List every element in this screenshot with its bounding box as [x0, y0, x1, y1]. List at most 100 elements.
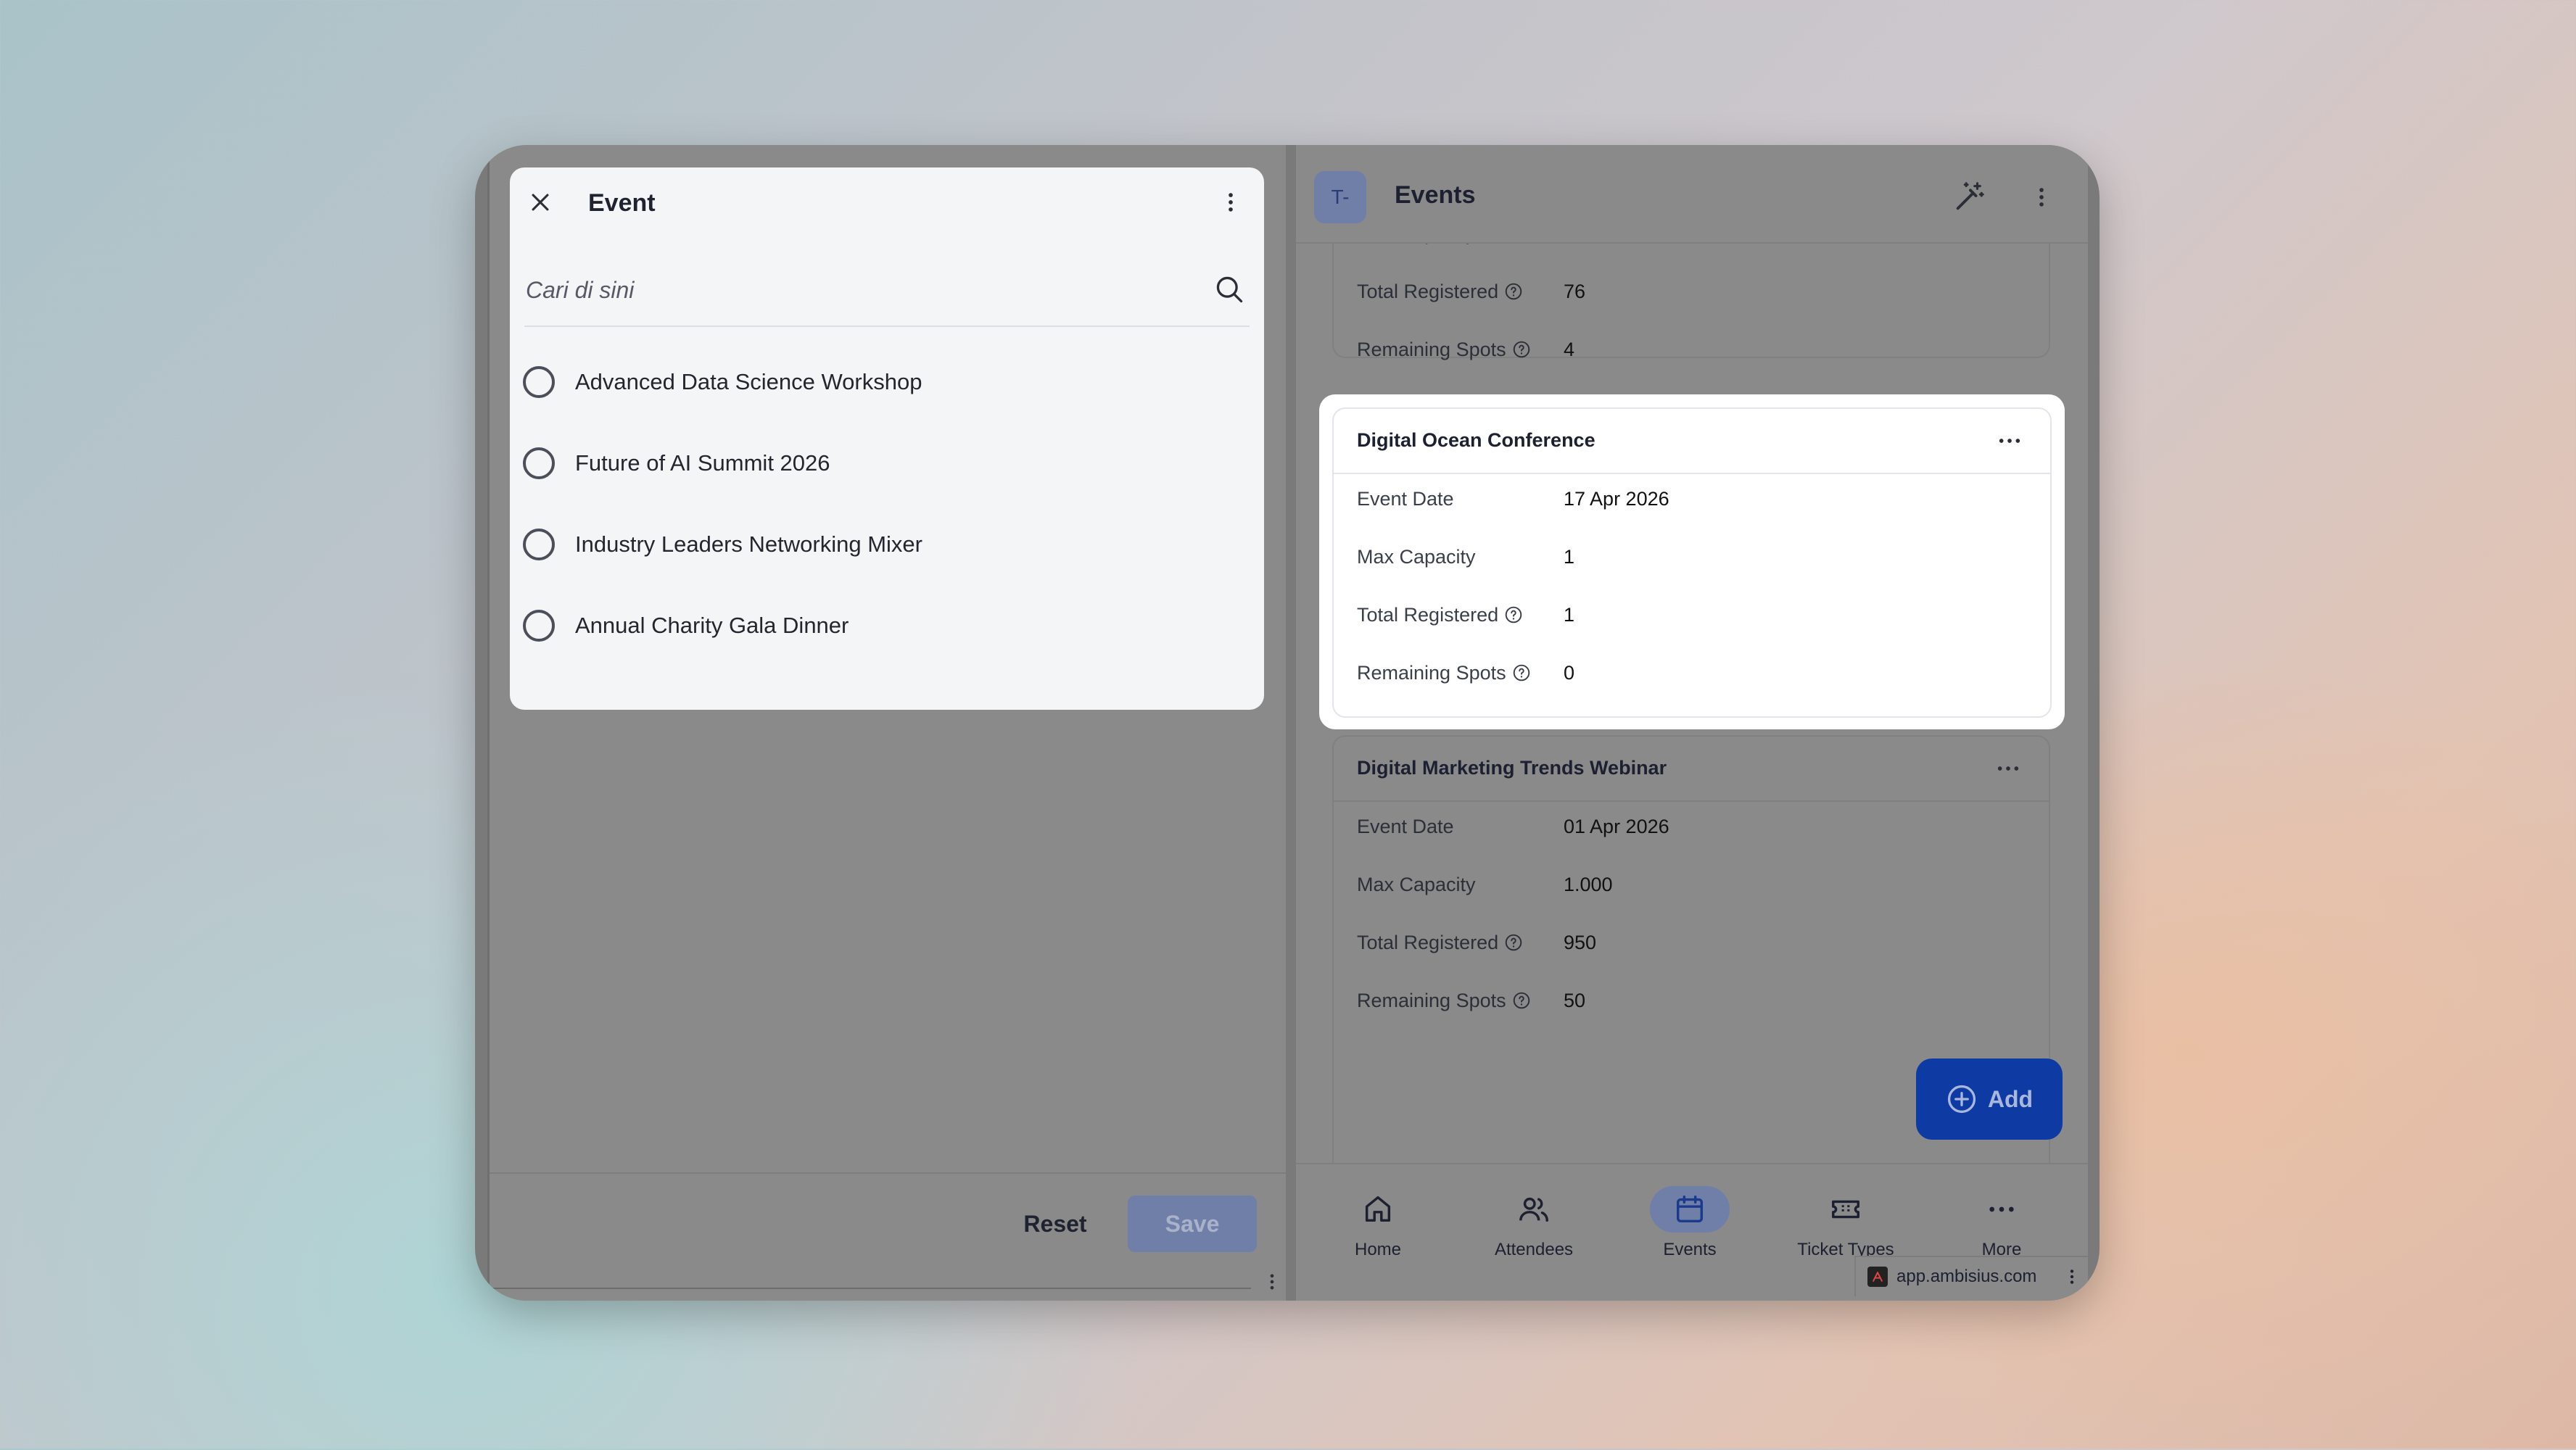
- more-vertical-icon: [1270, 1274, 1274, 1290]
- save-button[interactable]: Save: [1128, 1196, 1257, 1252]
- pane-edge: [490, 1288, 1251, 1301]
- total-registered-value: 76: [1564, 280, 1586, 302]
- plus-circle-icon: [1947, 1085, 1976, 1114]
- event-date-label: Event Date: [1357, 487, 1454, 510]
- label-text: Total Registered: [1357, 280, 1499, 302]
- nav-icon-container: [1962, 1186, 2042, 1232]
- more-vertical-icon: [2039, 188, 2044, 207]
- nav-icon-container: [1650, 1186, 1730, 1232]
- max-capacity-label: Max Capacity: [1357, 545, 1476, 568]
- radio-button[interactable]: [523, 610, 555, 642]
- label-text: Remaining Spots: [1357, 989, 1506, 1011]
- nav-icon-container: [1338, 1186, 1418, 1232]
- nav-item-attendees[interactable]: Attendees: [1469, 1186, 1599, 1266]
- label-text: Total Registered: [1357, 931, 1499, 953]
- radio-button[interactable]: [523, 366, 555, 398]
- dialog-footer: Reset Save: [490, 1172, 1296, 1290]
- card-row: Total Registered 1: [1357, 600, 1574, 629]
- close-icon: [532, 194, 549, 211]
- magic-wand-button[interactable]: [1949, 177, 1989, 218]
- avatar[interactable]: T-: [1314, 171, 1366, 223]
- card-title: Digital Ocean Conference: [1357, 429, 1595, 451]
- left-pane: Event Advanced Data Science Workshop Fut…: [487, 145, 1296, 1301]
- help-icon[interactable]: [1504, 282, 1523, 301]
- add-event-button[interactable]: Add: [1916, 1058, 2063, 1140]
- total-registered-label: Total Registered: [1357, 932, 1564, 954]
- card-row: Max Capacity 1.000: [1357, 870, 1613, 899]
- nav-item-home[interactable]: Home: [1313, 1186, 1443, 1266]
- search-input[interactable]: [524, 269, 1180, 311]
- calendar-icon: [1676, 1196, 1704, 1223]
- magic-wand-icon: [1956, 182, 1984, 210]
- more-horizontal-icon: [1999, 439, 2020, 443]
- search-icon: [1216, 276, 1243, 303]
- event-date-value: 01 Apr 2026: [1564, 815, 1669, 837]
- nav-item-events[interactable]: Events: [1625, 1186, 1755, 1266]
- close-button[interactable]: [520, 182, 561, 223]
- radio-button[interactable]: [523, 447, 555, 479]
- dialog-title: Event: [588, 189, 656, 217]
- total-registered-value: 950: [1564, 931, 1597, 953]
- help-icon[interactable]: [1504, 933, 1523, 952]
- card-row: Total Registered 76: [1357, 277, 1585, 306]
- event-option[interactable]: Future of AI Summit 2026: [523, 423, 1250, 504]
- dialog-more-button[interactable]: [1210, 182, 1251, 223]
- remaining-spots-value: 0: [1564, 661, 1575, 684]
- option-label: Industry Leaders Networking Mixer: [575, 531, 922, 557]
- event-option[interactable]: Industry Leaders Networking Mixer: [523, 504, 1250, 585]
- card-row: Remaining Spots 0: [1357, 658, 1574, 687]
- site-logo-icon: [1867, 1267, 1888, 1287]
- total-registered-label: Total Registered: [1357, 281, 1564, 303]
- event-option[interactable]: Advanced Data Science Workshop: [523, 341, 1250, 423]
- search-button[interactable]: [1209, 269, 1250, 310]
- card-row: Remaining Spots 50: [1357, 986, 1585, 1015]
- card-row: Event Date 17 Apr 2026: [1357, 484, 1669, 513]
- option-label: Annual Charity Gala Dinner: [575, 613, 849, 638]
- right-pane: Max Capacity 80 Total Registered 76 Rema…: [1296, 145, 2088, 1301]
- device-hinge: [1286, 145, 1296, 1301]
- search-bar: [524, 253, 1250, 327]
- pane-menu-button[interactable]: [1262, 1267, 1282, 1296]
- browser-url-chip[interactable]: app.ambisius.com: [1854, 1256, 2088, 1296]
- nav-item-ticket-types[interactable]: Ticket Types: [1780, 1186, 1911, 1266]
- card-row: Max Capacity 1: [1357, 542, 1574, 571]
- help-icon[interactable]: [1512, 340, 1531, 359]
- option-label: Advanced Data Science Workshop: [575, 369, 922, 394]
- radio-button[interactable]: [523, 529, 555, 560]
- label-text: Remaining Spots: [1357, 661, 1506, 684]
- total-registered-label: Total Registered: [1357, 604, 1564, 626]
- help-icon[interactable]: [1504, 605, 1523, 624]
- card-row: Event Date 01 Apr 2026: [1357, 812, 1669, 841]
- remaining-spots-value: 4: [1564, 338, 1575, 360]
- nav-label: Attendees: [1494, 1240, 1574, 1259]
- url-text: app.ambisius.com: [1896, 1267, 2037, 1286]
- reset-button[interactable]: Reset: [1001, 1196, 1110, 1252]
- event-option[interactable]: Annual Charity Gala Dinner: [523, 585, 1250, 666]
- event-date-label: Event Date: [1357, 815, 1454, 837]
- total-registered-value: 1: [1564, 603, 1575, 626]
- label-text: Remaining Spots: [1357, 338, 1506, 360]
- home-icon: [1365, 1196, 1391, 1222]
- help-icon[interactable]: [1512, 991, 1531, 1010]
- nav-item-more[interactable]: More: [1936, 1186, 2067, 1266]
- nav-icon-container: [1494, 1186, 1574, 1232]
- help-icon[interactable]: [1512, 663, 1531, 682]
- event-card-highlighted[interactable]: Digital Ocean Conference Event Date 17 A…: [1332, 407, 2052, 718]
- card-more-button[interactable]: [1991, 423, 2028, 458]
- max-capacity-label: Max Capacity: [1357, 873, 1476, 895]
- ticket-icon: [1832, 1200, 1859, 1219]
- remaining-spots-value: 50: [1564, 989, 1586, 1011]
- more-vertical-icon: [1229, 193, 1233, 212]
- add-button-label: Add: [1987, 1085, 2034, 1112]
- app-more-button[interactable]: [2021, 177, 2062, 218]
- card-row: Total Registered 950: [1357, 928, 1596, 957]
- more-vertical-icon: [2070, 1269, 2074, 1284]
- nav-icon-container: [1806, 1186, 1886, 1232]
- nav-label: Home: [1354, 1240, 1402, 1259]
- remaining-spots-label: Remaining Spots: [1357, 990, 1564, 1012]
- url-menu-button[interactable]: [2065, 1263, 2079, 1290]
- remaining-spots-label: Remaining Spots: [1357, 662, 1564, 684]
- app-bar: T- Events: [1296, 145, 2088, 244]
- foldable-device: Event Advanced Data Science Workshop Fut…: [475, 145, 2100, 1301]
- card-more-button[interactable]: [1989, 751, 2027, 786]
